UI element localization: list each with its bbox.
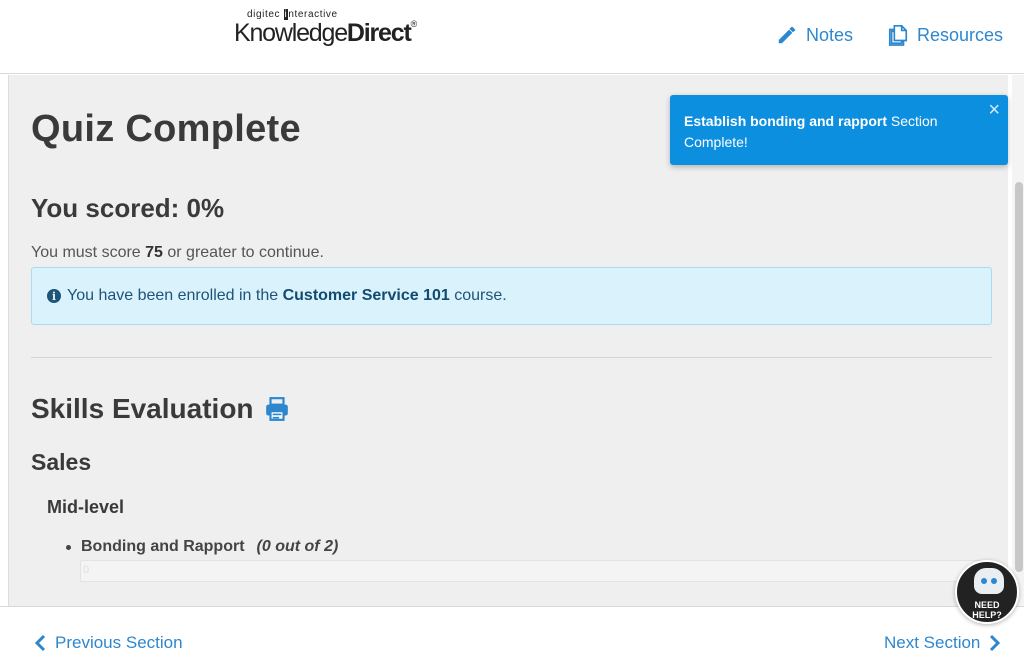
chevron-right-icon	[990, 634, 1001, 652]
need-help-label: NEED HELP?	[972, 600, 1002, 620]
scrollbar-thumb[interactable]	[1015, 182, 1023, 572]
section-divider	[31, 357, 992, 358]
notes-link[interactable]: Notes	[776, 21, 853, 49]
score-heading: You scored: 0%	[31, 193, 225, 223]
need-help-button[interactable]: NEED HELP?	[955, 560, 1019, 624]
info-circle-icon: i	[47, 289, 61, 303]
knowledgedirect-logo[interactable]: digitec interactive KnowledgeDirect®	[234, 9, 424, 49]
skill-count: (0 out of 2)	[256, 538, 339, 555]
passing-score: 75	[145, 244, 163, 261]
previous-section-label: Previous Section	[55, 633, 183, 652]
documents-icon	[888, 25, 908, 46]
notes-label: Notes	[806, 24, 854, 45]
skill-name: Bonding and Rapport	[81, 538, 245, 555]
printer-icon[interactable]	[264, 396, 290, 422]
next-section-label: Next Section	[884, 633, 981, 652]
previous-section-button[interactable]: Previous Section	[33, 633, 183, 653]
skill-category: Sales	[31, 449, 92, 475]
next-section-button[interactable]: Next Section	[884, 633, 1002, 653]
logo-wordmark: KnowledgeDirect®	[234, 19, 418, 47]
footer-nav: Previous Section Next Section	[0, 606, 1024, 667]
passing-requirement: You must score 75 or greater to continue…	[31, 244, 324, 261]
top-header: digitec interactive KnowledgeDirect® Not…	[0, 0, 1024, 74]
robot-icon	[974, 568, 1004, 594]
course-name: Customer Service 101	[282, 287, 450, 304]
toast-message: Establish bonding and rapport Section Co…	[684, 113, 938, 150]
skills-evaluation-heading: Skills Evaluation	[31, 393, 290, 425]
chevron-left-icon	[34, 634, 46, 652]
skill-list-item: Bonding and Rapport (0 out of 2)	[66, 538, 338, 556]
pencil-icon	[778, 26, 796, 44]
skill-progress-bar: 0	[80, 560, 992, 582]
enrollment-text: You have been enrolled in the Customer S…	[67, 287, 507, 304]
close-icon[interactable]: ×	[988, 100, 1000, 121]
resources-link[interactable]: Resources	[887, 21, 1003, 49]
page-title: Quiz Complete	[31, 108, 301, 150]
bullet	[66, 544, 71, 550]
resources-label: Resources	[917, 24, 1004, 45]
enrollment-alert: i You have been enrolled in the Customer…	[31, 267, 992, 325]
progress-label: 0	[83, 564, 90, 576]
section-complete-toast: × Establish bonding and rapport Section …	[670, 95, 1008, 165]
skill-level: Mid-level	[47, 497, 125, 517]
